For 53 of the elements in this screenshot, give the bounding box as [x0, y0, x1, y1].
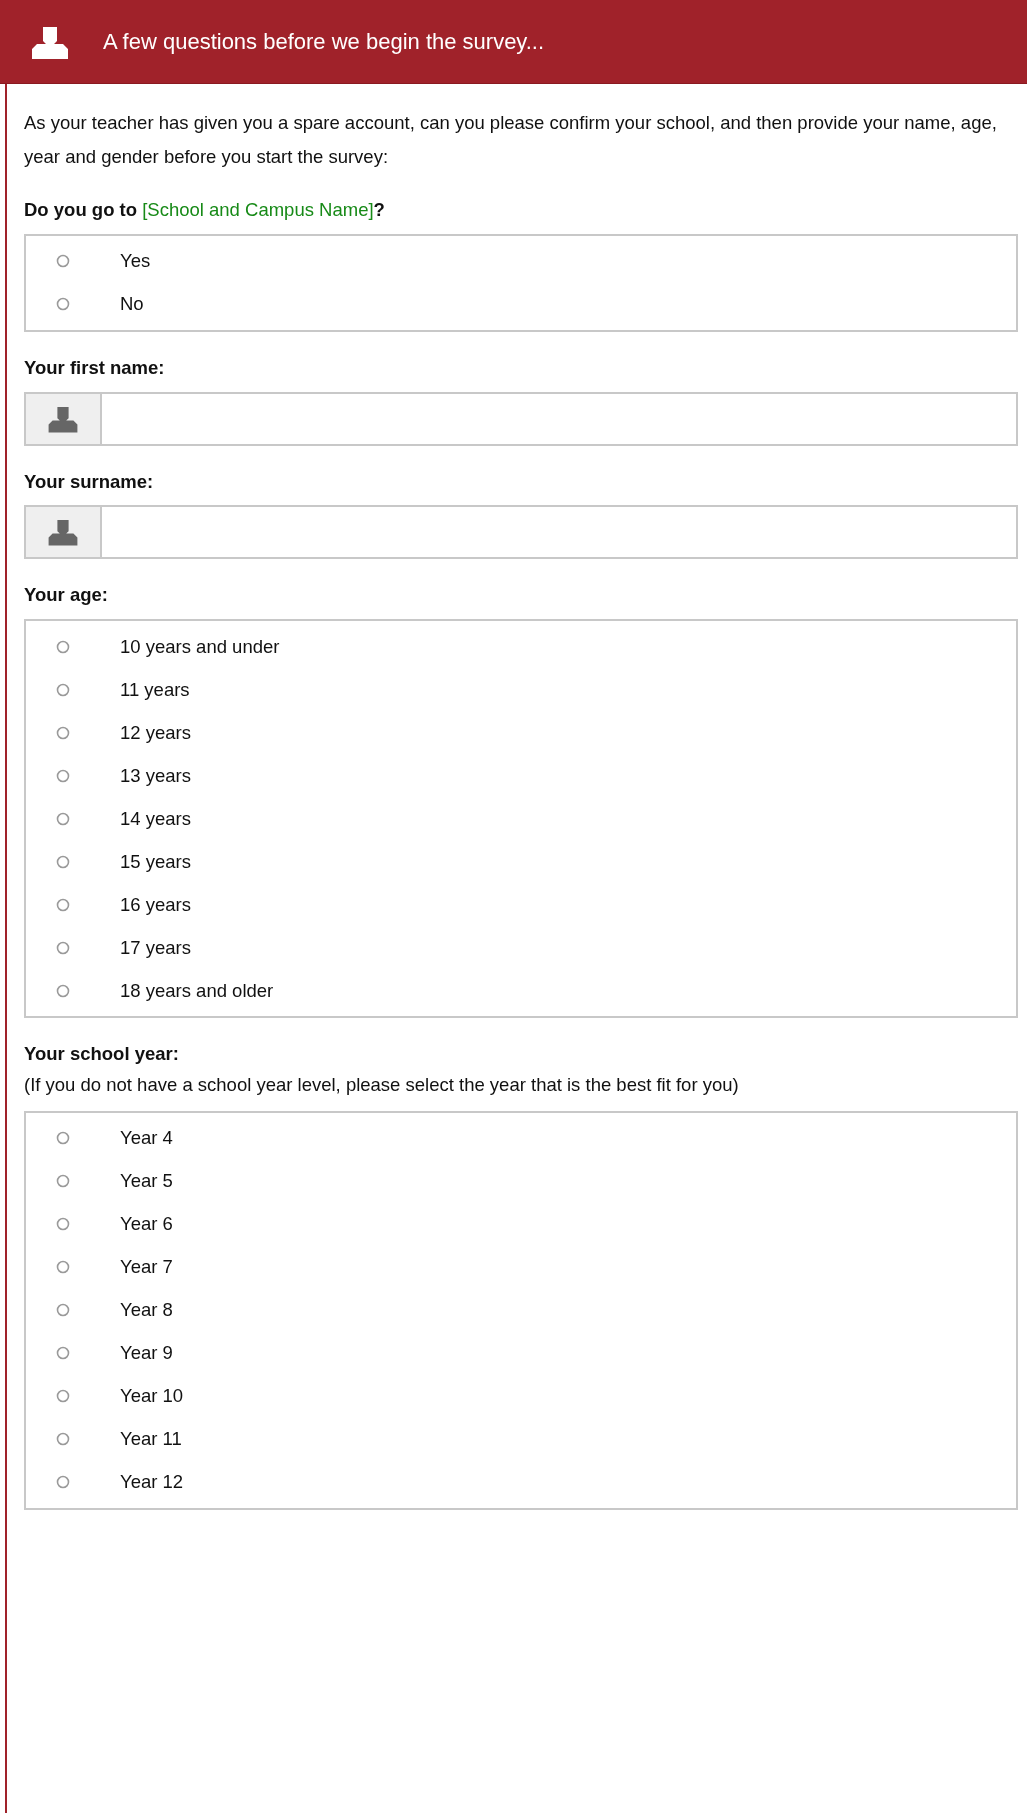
question-label: Your surname:: [24, 469, 155, 494]
option-label[interactable]: 16 years: [120, 890, 191, 919]
radio-button[interactable]: [56, 897, 70, 912]
radio-button[interactable]: [56, 811, 70, 826]
radio-button[interactable]: [56, 1389, 70, 1404]
radio-button[interactable]: [56, 1475, 70, 1490]
option-label[interactable]: Yes: [120, 247, 151, 276]
radio-button[interactable]: [56, 1303, 70, 1318]
radio-button[interactable]: [56, 983, 70, 998]
option-label[interactable]: 14 years: [120, 804, 191, 833]
radio-button[interactable]: [56, 940, 70, 955]
question-label: Your first name:: [24, 355, 166, 380]
option-label[interactable]: No: [120, 290, 144, 319]
radio-button[interactable]: [56, 768, 70, 783]
option-label[interactable]: 13 years: [120, 761, 191, 790]
header-title: A few questions before we begin the survey...: [103, 28, 545, 56]
option-label[interactable]: Year 12: [120, 1468, 184, 1497]
radio-button[interactable]: [56, 1260, 70, 1275]
question-label: Your school year:: [24, 1042, 180, 1066]
radio-button[interactable]: [56, 1131, 70, 1146]
intro-text: As your teacher has given you a spare account, can you please confirm your school, and then provide your name, age, year and gender before you start the survey:: [24, 111, 998, 169]
person-icon: [26, 507, 102, 558]
radio-button[interactable]: [56, 1174, 70, 1189]
radio-button[interactable]: [56, 682, 70, 697]
question-hint: (If you do not have a school year level, please select the year that is the best fit for you): [24, 1072, 740, 1097]
option-label[interactable]: Year 7: [120, 1253, 173, 1282]
option-label[interactable]: 15 years: [120, 847, 191, 876]
option-label[interactable]: 10 years and under: [120, 632, 280, 661]
option-label[interactable]: Year 8: [120, 1296, 173, 1325]
radio-button[interactable]: [56, 725, 70, 740]
option-label[interactable]: Year 9: [120, 1339, 173, 1368]
input-field[interactable]: [24, 505, 1018, 560]
option-label[interactable]: Year 11: [120, 1425, 182, 1454]
option-label[interactable]: 18 years and older: [120, 976, 274, 1005]
radio-button[interactable]: [56, 297, 70, 312]
question-label: Your age:: [24, 583, 109, 608]
radio-button[interactable]: [56, 1217, 70, 1232]
question-label: Do you go to [School and Campus Name]?: [24, 198, 386, 222]
radio-button[interactable]: [56, 639, 70, 654]
option-label[interactable]: Year 4: [120, 1124, 173, 1153]
radio-button[interactable]: [56, 1346, 70, 1361]
option-label[interactable]: Year 6: [120, 1210, 173, 1239]
option-label[interactable]: 11 years: [120, 675, 190, 704]
radio-button[interactable]: [56, 854, 70, 869]
option-label[interactable]: 17 years: [120, 933, 191, 962]
option-label[interactable]: Year 5: [120, 1167, 173, 1196]
person-icon: [30, 24, 70, 59]
person-icon: [26, 393, 102, 444]
input-field[interactable]: [24, 391, 1018, 446]
option-label[interactable]: Year 10: [120, 1382, 184, 1411]
radio-button[interactable]: [56, 254, 70, 269]
option-label[interactable]: 12 years: [120, 718, 191, 747]
radio-button[interactable]: [56, 1432, 70, 1447]
